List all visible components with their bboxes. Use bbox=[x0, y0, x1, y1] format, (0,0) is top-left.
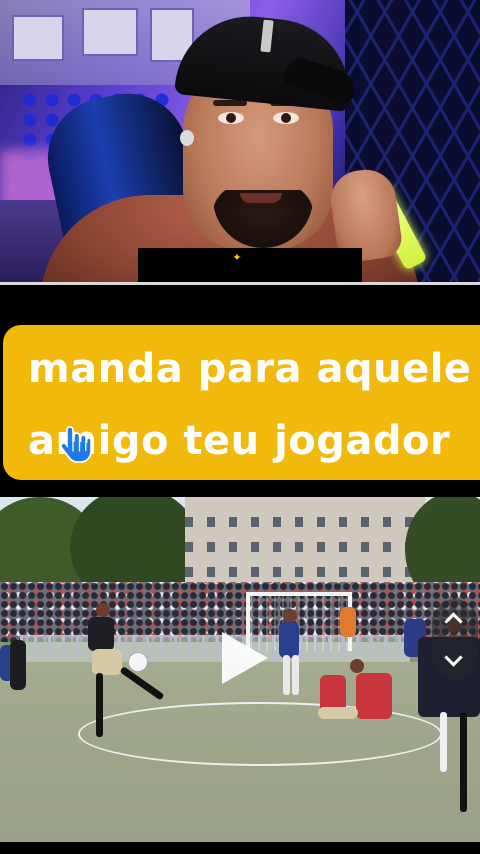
player-head bbox=[350, 659, 364, 673]
player-head bbox=[96, 603, 110, 617]
bottom-bar bbox=[0, 842, 480, 854]
caption-line-2: amigo teu jogador bbox=[28, 418, 451, 464]
section-divider bbox=[0, 282, 480, 285]
player-leg bbox=[283, 655, 290, 695]
streamer-webcam: ✦ bbox=[0, 0, 480, 282]
player-leg bbox=[460, 712, 467, 812]
player-head bbox=[283, 609, 297, 623]
money-emoji-icon: ✦ bbox=[232, 250, 242, 264]
football bbox=[128, 652, 148, 672]
eye-right bbox=[273, 112, 299, 124]
caption-line-1: manda para aquele bbox=[28, 346, 472, 392]
player-red-kneeling bbox=[356, 673, 392, 719]
player-leg bbox=[440, 712, 447, 772]
background-building bbox=[185, 497, 425, 592]
bystander bbox=[10, 640, 26, 690]
player-shorts bbox=[92, 649, 122, 675]
chevron-up-icon[interactable] bbox=[444, 612, 463, 631]
player-kicker bbox=[88, 617, 114, 651]
shelf-box bbox=[82, 8, 138, 56]
football-video[interactable] bbox=[0, 497, 480, 842]
shelf-box bbox=[12, 15, 64, 61]
player-leg bbox=[292, 655, 299, 695]
player-orange bbox=[340, 607, 356, 637]
eye-left bbox=[218, 112, 244, 124]
play-icon[interactable] bbox=[222, 632, 268, 684]
chevron-down-icon[interactable] bbox=[444, 648, 463, 667]
eyebrow-left bbox=[213, 100, 247, 106]
player-shorts bbox=[318, 707, 358, 719]
video-scroll-control[interactable] bbox=[432, 599, 478, 681]
streamer-mouth bbox=[240, 193, 282, 203]
hand-pointer-icon bbox=[60, 426, 91, 463]
player-leg bbox=[96, 673, 103, 737]
webcam-bottom-tab bbox=[138, 248, 362, 282]
earbud bbox=[180, 130, 194, 146]
player-blue bbox=[279, 622, 299, 658]
